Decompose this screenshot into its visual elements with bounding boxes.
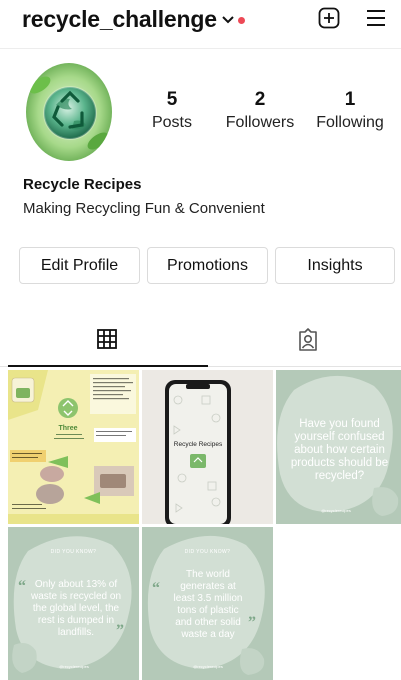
post4-text: Only about 13% of waste is recycled on t… [30,579,122,638]
header-divider [0,48,401,49]
post4-handle: @recyclerecipes [59,664,89,669]
following-count: 1 [344,89,356,110]
post-tile-thirteen-percent[interactable]: “ ” DID YOU KNOW? Only about 13% of wast… [8,527,139,680]
post3-handle: @recyclerecipes [321,508,351,513]
posts-count: 5 [166,89,178,110]
post5-kicker: DID YOU KNOW? [184,549,231,555]
profile-bio: Making Recycling Fun & Convenient [23,200,265,217]
post2-screen-title: Recycle Recipes [174,441,223,448]
post-tile-upcycling-tips[interactable]: Three [8,370,139,524]
phone-mockup-image: Recycle Recipes [142,370,273,524]
hamburger-menu-icon[interactable] [366,9,386,27]
close-quote-icon: ” [248,614,256,631]
followers-label: Followers [225,114,295,131]
active-tab-indicator [8,365,208,367]
post-tile-phone-mockup[interactable]: Recycle Recipes [142,370,273,524]
profile-avatar[interactable] [26,63,112,161]
chevron-down-icon[interactable] [221,15,235,25]
post5-handle: @recyclerecipes [193,664,223,669]
edit-profile-button[interactable]: Edit Profile [19,247,140,284]
plus-square-icon[interactable] [318,7,340,29]
profile-name: Recycle Recipes [23,176,142,193]
post4-kicker: DID YOU KNOW? [50,549,97,555]
post-tile-3-5-million-tons[interactable]: “ ” DID YOU KNOW? The world generates at… [142,527,273,680]
stat-following[interactable]: 1 Following [312,88,388,134]
globe-recycle-image [26,63,112,161]
followers-count: 2 [254,89,266,110]
open-quote-icon: “ [18,578,26,595]
stat-posts[interactable]: 5 Posts [143,88,201,134]
post5-text: The world generates at least 3.5 million… [173,569,243,640]
post3-text: Have you found yourself confused about h… [290,418,389,482]
tagged-person-icon[interactable] [297,328,319,352]
top-bar: recycle_challenge [0,0,401,48]
post1-heading: Three [58,425,77,432]
posts-label: Posts [151,114,192,131]
insights-button[interactable]: Insights [275,247,395,284]
post-tile-confused-recycling[interactable]: Have you found yourself confused about h… [276,370,401,524]
infographic-image: Three [8,370,139,524]
following-label: Following [316,114,384,131]
notification-dot [238,17,245,24]
stat-followers[interactable]: 2 Followers [222,88,298,134]
grid-icon[interactable] [97,329,117,349]
username-title[interactable]: recycle_challenge [22,6,217,33]
open-quote-icon: “ [152,580,160,597]
promotions-button[interactable]: Promotions [147,247,268,284]
